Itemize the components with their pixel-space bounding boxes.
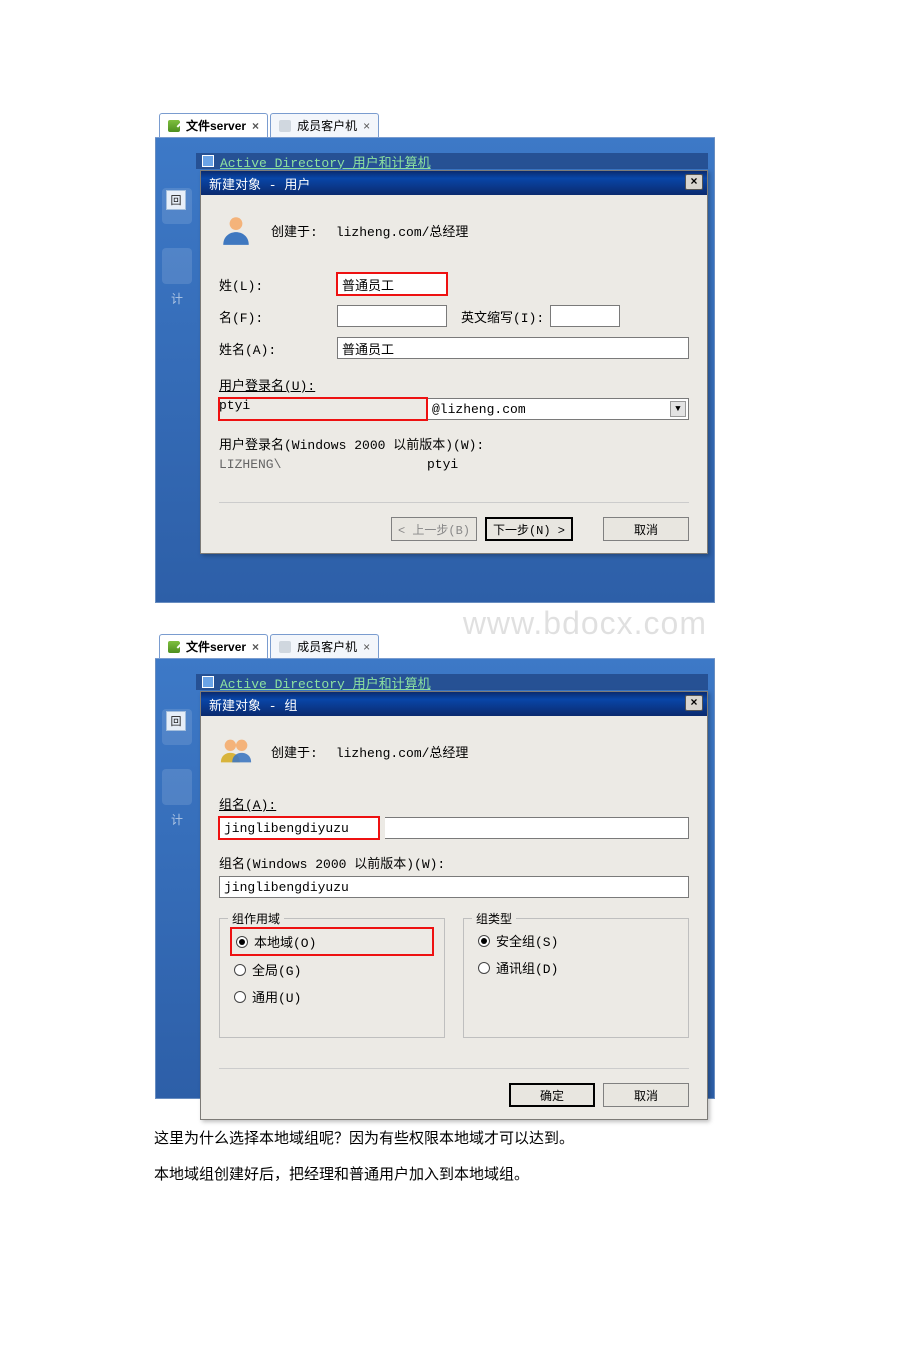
input-surname[interactable]: 普通员工 bbox=[337, 273, 447, 295]
legend-group-scope: 组作用域 bbox=[228, 910, 284, 927]
close-icon[interactable]: × bbox=[363, 641, 370, 653]
input-given-name[interactable] bbox=[337, 305, 447, 327]
close-icon[interactable]: × bbox=[252, 641, 259, 653]
label-group-name: 组名(A): bbox=[219, 798, 276, 813]
radio-global[interactable]: 全局(G) bbox=[234, 960, 430, 979]
label-surname: 姓(L): bbox=[219, 275, 331, 294]
combo-domain-suffix[interactable]: @lizheng.com ▼ bbox=[427, 398, 689, 420]
screenshot-new-user: 文件server × 成员客户机 × 回 计 Active Directory … bbox=[155, 110, 715, 603]
tab-label: 文件server bbox=[186, 117, 246, 134]
radio-icon bbox=[236, 936, 248, 948]
monitor-icon bbox=[168, 641, 180, 653]
input-user-logon-pre2000[interactable]: ptyi bbox=[427, 457, 689, 472]
tab-label: 成员客户机 bbox=[297, 638, 357, 655]
dialog-titlebar: 新建对象 - 组 × bbox=[201, 692, 707, 716]
recycle-bin-icon[interactable] bbox=[162, 709, 192, 745]
cancel-button[interactable]: 取消 bbox=[603, 517, 689, 541]
new-object-group-dialog: 新建对象 - 组 × 创建于: lizheng.com/总经理 bbox=[200, 691, 708, 1120]
legend-group-type: 组类型 bbox=[472, 910, 516, 927]
created-in-label: 创建于: bbox=[271, 221, 318, 240]
my-computer-icon[interactable] bbox=[162, 769, 192, 805]
tab-file-server[interactable]: 文件server × bbox=[159, 113, 268, 137]
input-group-name-pre2000[interactable]: jinglibengdiyuzu bbox=[219, 876, 689, 898]
created-in-path: lizheng.com/总经理 bbox=[336, 742, 469, 761]
domain-suffix-value: @lizheng.com bbox=[432, 402, 526, 417]
dialog-titlebar: 新建对象 - 用户 × bbox=[201, 171, 707, 195]
close-icon[interactable]: × bbox=[252, 120, 259, 132]
radio-domain-local[interactable]: 本地域(O) bbox=[234, 931, 430, 952]
label-fullname: 姓名(A): bbox=[219, 339, 331, 358]
next-button[interactable]: 下一步(N) > bbox=[485, 517, 573, 541]
radio-icon bbox=[234, 991, 246, 1003]
radio-icon bbox=[234, 964, 246, 976]
monitor-icon bbox=[279, 641, 291, 653]
ok-button[interactable]: 确定 bbox=[509, 1083, 595, 1107]
radio-icon bbox=[478, 935, 490, 947]
desk-icon-label: 计 bbox=[162, 811, 192, 828]
back-button: < 上一步(B) bbox=[391, 517, 477, 541]
tab-member-client[interactable]: 成员客户机 × bbox=[270, 634, 379, 658]
remote-desktop: 回 计 Active Directory 用户和计算机 新建对象 - 组 × bbox=[155, 659, 715, 1099]
label-user-logon: 用户登录名(U): bbox=[219, 379, 315, 394]
aduc-icon bbox=[202, 155, 214, 167]
aduc-title-text: Active Directory 用户和计算机 bbox=[220, 674, 431, 690]
chevron-down-icon[interactable]: ▼ bbox=[670, 401, 686, 417]
label-initials: 英文缩写(I): bbox=[461, 307, 544, 326]
monitor-icon bbox=[168, 120, 180, 132]
input-group-name[interactable]: jinglibengdiyuzu bbox=[219, 817, 379, 839]
dialog-title-text: 新建对象 - 组 bbox=[209, 695, 297, 714]
radio-distribution-group[interactable]: 通讯组(D) bbox=[478, 958, 674, 977]
ad-users-computers-title: Active Directory 用户和计算机 bbox=[196, 674, 708, 690]
desk-icon-label: 计 bbox=[162, 290, 192, 307]
input-fullname[interactable]: 普通员工 bbox=[337, 337, 689, 359]
aduc-title-text: Active Directory 用户和计算机 bbox=[220, 153, 431, 169]
input-group-name-ext[interactable] bbox=[385, 817, 689, 839]
radio-icon bbox=[478, 962, 490, 974]
fieldset-group-type: 组类型 安全组(S) 通讯组(D) bbox=[463, 918, 689, 1038]
recycle-bin-icon[interactable] bbox=[162, 188, 192, 224]
radio-security-group[interactable]: 安全组(S) bbox=[478, 931, 674, 950]
dialog-title-text: 新建对象 - 用户 bbox=[209, 174, 310, 193]
radio-universal[interactable]: 通用(U) bbox=[234, 987, 430, 1006]
close-icon[interactable]: × bbox=[685, 695, 703, 711]
user-head-icon bbox=[219, 213, 253, 247]
fieldset-group-scope: 组作用域 本地域(O) 全局(G) bbox=[219, 918, 445, 1038]
created-in-label: 创建于: bbox=[271, 742, 318, 761]
label-given-name: 名(F): bbox=[219, 307, 331, 326]
aduc-icon bbox=[202, 676, 214, 688]
group-heads-icon bbox=[219, 734, 253, 768]
caption-line-2: 本地域组创建好后，把经理和普通用户加入到本地域组。 bbox=[154, 1163, 920, 1189]
tab-file-server[interactable]: 文件server × bbox=[159, 634, 268, 658]
tab-bar: 文件server × 成员客户机 × bbox=[155, 110, 715, 138]
desktop-icons: 计 bbox=[162, 709, 192, 828]
ad-users-computers-title: Active Directory 用户和计算机 bbox=[196, 153, 708, 169]
remote-desktop: 回 计 Active Directory 用户和计算机 新建对象 - 用户 × bbox=[155, 138, 715, 603]
tab-label: 文件server bbox=[186, 638, 246, 655]
close-icon[interactable]: × bbox=[685, 174, 703, 190]
new-object-user-dialog: 新建对象 - 用户 × 创建于: lizheng.com/总经理 姓(L): 普… bbox=[200, 170, 708, 554]
desktop-icons: 计 bbox=[162, 188, 192, 307]
tab-member-client[interactable]: 成员客户机 × bbox=[270, 113, 379, 137]
screenshot-new-group: www.bdocx.com 文件server × 成员客户机 × 回 计 bbox=[155, 631, 715, 1099]
label-user-logon-pre2000: 用户登录名(Windows 2000 以前版本)(W): bbox=[219, 438, 484, 453]
monitor-icon bbox=[279, 120, 291, 132]
close-icon[interactable]: × bbox=[363, 120, 370, 132]
my-computer-icon[interactable] bbox=[162, 248, 192, 284]
cancel-button[interactable]: 取消 bbox=[603, 1083, 689, 1107]
label-group-name-pre2000: 组名(Windows 2000 以前版本)(W): bbox=[219, 857, 445, 872]
tab-label: 成员客户机 bbox=[297, 117, 357, 134]
input-domain-prefix: LIZHENG\ bbox=[219, 457, 427, 472]
input-user-logon[interactable]: ptyi bbox=[219, 398, 427, 420]
tab-bar: 文件server × 成员客户机 × bbox=[155, 631, 715, 659]
created-in-path: lizheng.com/总经理 bbox=[336, 221, 469, 240]
input-initials[interactable] bbox=[550, 305, 620, 327]
caption-line-1: 这里为什么选择本地域组呢？因为有些权限本地域才可以达到。 bbox=[154, 1127, 920, 1153]
